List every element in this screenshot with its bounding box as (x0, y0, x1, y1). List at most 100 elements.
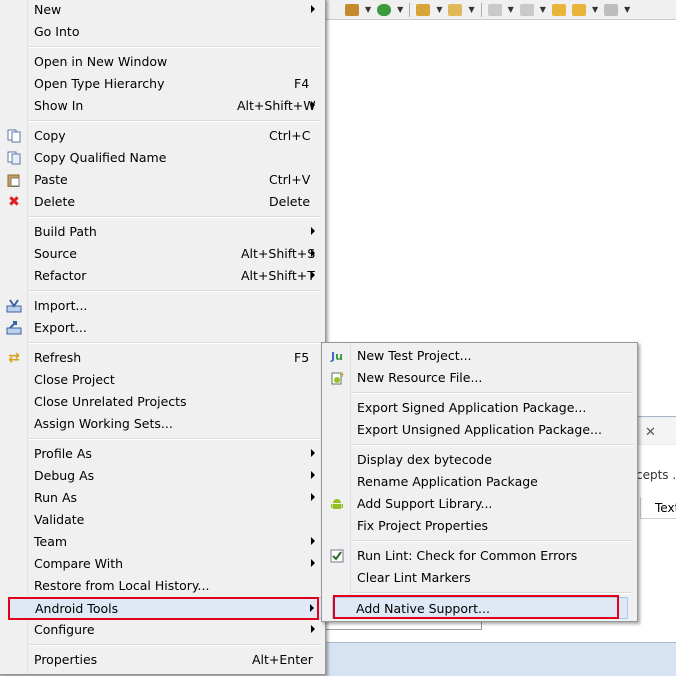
menu-item-shortcut: F5 (294, 350, 310, 365)
menu-item-display-dex-bytecode[interactable]: Display dex bytecode (324, 449, 635, 471)
menu-item-close-project[interactable]: Close Project (1, 369, 323, 391)
toolbar-caret-icon[interactable]: ▼ (468, 5, 474, 14)
menu-item-delete[interactable]: ✖ Delete Delete (1, 191, 323, 213)
menu-item-label: Copy Qualified Name (34, 150, 167, 165)
toolbar-package-icon[interactable] (345, 3, 359, 16)
submenu-arrow-icon (311, 559, 315, 567)
menu-item-label: Delete (34, 194, 76, 209)
menu-item-go-into[interactable]: Go Into (1, 21, 323, 43)
menu-item-label: New (34, 2, 62, 17)
view-column-header-text[interactable]: Text (640, 497, 676, 519)
menu-item-shortcut: Delete (269, 194, 311, 209)
menu-item-open-type-hierarchy[interactable]: Open Type Hierarchy F4 (1, 73, 323, 95)
main-toolbar: ▼ ▼ ▼ ▼ ▼ ▼ ▼ ▼ (325, 0, 676, 20)
menu-item-label: Export... (34, 320, 87, 335)
menu-item-label: Debug As (34, 468, 95, 483)
menu-item-copy-qualified-name[interactable]: Copy Qualified Name (1, 147, 323, 169)
view-tab[interactable] (636, 418, 676, 444)
menu-item-label: Run Lint: Check for Common Errors (357, 548, 578, 563)
menu-item-label: Clear Lint Markers (357, 570, 471, 585)
menu-item-copy[interactable]: Copy Ctrl+C (1, 125, 323, 147)
menu-item-team[interactable]: Team (1, 531, 323, 553)
menu-item-export-signed-package[interactable]: Export Signed Application Package... (324, 397, 635, 419)
menu-item-export-unsigned-package[interactable]: Export Unsigned Application Package... (324, 419, 635, 441)
menu-item-new-test-project[interactable]: Ju New Test Project... (324, 345, 635, 367)
menu-item-label: Paste (34, 172, 68, 187)
menu-item-shortcut: F4 (294, 76, 310, 91)
toolbar-separator (480, 2, 482, 17)
toolbar-next-annotation-icon[interactable] (487, 3, 502, 16)
menu-item-label: Go Into (34, 24, 80, 39)
menu-item-show-in[interactable]: Show In Alt+Shift+W (1, 95, 323, 117)
lint-check-icon (329, 548, 345, 564)
menu-item-label: Source (34, 246, 77, 261)
menu-item-export[interactable]: Export... (1, 317, 323, 339)
menu-item-label: Build Path (34, 224, 97, 239)
highlight-box-android-tools (8, 597, 319, 620)
menu-item-fix-project-properties[interactable]: Fix Project Properties (324, 515, 635, 537)
menu-item-label: Open in New Window (34, 54, 168, 69)
menu-item-debug-as[interactable]: Debug As (1, 465, 323, 487)
menu-item-source[interactable]: Source Alt+Shift+S (1, 243, 323, 265)
submenu-arrow-icon (311, 271, 315, 279)
toolbar-back-history-icon[interactable] (571, 3, 586, 16)
toolbar-caret-icon[interactable]: ▼ (508, 5, 514, 14)
close-icon[interactable]: ✕ (645, 425, 656, 440)
menu-item-refactor[interactable]: Refactor Alt+Shift+T (1, 265, 323, 287)
toolbar-caret-icon[interactable]: ▼ (436, 5, 442, 14)
toolbar-pen-icon[interactable] (448, 3, 463, 16)
menu-item-label: New Resource File... (357, 370, 483, 385)
menu-item-label: Refresh (34, 350, 82, 365)
menu-item-label: Open Type Hierarchy (34, 76, 165, 91)
menu-item-label: Export Signed Application Package... (357, 400, 587, 415)
menu-item-label: Validate (34, 512, 85, 527)
menu-item-run-lint[interactable]: Run Lint: Check for Common Errors (324, 545, 635, 567)
menu-item-assign-working-sets[interactable]: Assign Working Sets... (1, 413, 323, 435)
menu-separator (29, 46, 321, 48)
new-resource-file-icon: + (329, 370, 345, 386)
menu-item-import[interactable]: Import... (1, 295, 323, 317)
menu-item-refresh[interactable]: ⇄ Refresh F5 (1, 347, 323, 369)
toolbar-open-icon[interactable] (416, 3, 431, 16)
menu-separator (29, 438, 321, 440)
toolbar-caret-icon[interactable]: ▼ (397, 5, 403, 14)
toolbar-caret-icon[interactable]: ▼ (540, 5, 546, 14)
menu-item-clear-lint-markers[interactable]: Clear Lint Markers (324, 567, 635, 589)
menu-item-label: Close Unrelated Projects (34, 394, 187, 409)
menu-separator (29, 290, 321, 292)
toolbar-run-icon[interactable] (377, 3, 392, 16)
menu-item-shortcut: Alt+Enter (252, 652, 313, 667)
submenu-arrow-icon (311, 249, 315, 257)
menu-item-shortcut: Alt+Shift+S (241, 246, 316, 261)
menu-item-rename-application-package[interactable]: Rename Application Package (324, 471, 635, 493)
android-tools-submenu: Ju New Test Project... + New Resource Fi… (321, 342, 638, 622)
menu-item-label: Compare With (34, 556, 124, 571)
menu-item-configure[interactable]: Configure (1, 619, 323, 641)
menu-item-label: Run As (34, 490, 78, 505)
menu-item-run-as[interactable]: Run As (1, 487, 323, 509)
menu-item-restore-from-local-history[interactable]: Restore from Local History... (1, 575, 323, 597)
menu-item-profile-as[interactable]: Profile As (1, 443, 323, 465)
menu-item-open-in-new-window[interactable]: Open in New Window (1, 51, 323, 73)
menu-item-validate[interactable]: Validate (1, 509, 323, 531)
menu-item-new[interactable]: New (1, 0, 323, 21)
menu-item-compare-with[interactable]: Compare With (1, 553, 323, 575)
toolbar-back-icon[interactable] (551, 3, 566, 16)
submenu-arrow-icon (311, 227, 315, 235)
delete-red-x-icon: ✖ (8, 194, 20, 210)
menu-item-close-unrelated-projects[interactable]: Close Unrelated Projects (1, 391, 323, 413)
menu-separator (29, 342, 321, 344)
menu-item-new-resource-file[interactable]: + New Resource File... (324, 367, 635, 389)
view-column-header[interactable]: cepts . (636, 468, 676, 482)
toolbar-forward-icon[interactable] (604, 3, 619, 16)
submenu-arrow-icon (311, 471, 315, 479)
menu-item-label: Properties (34, 652, 98, 667)
menu-item-add-support-library[interactable]: Add Support Library... (324, 493, 635, 515)
toolbar-caret-icon[interactable]: ▼ (365, 5, 371, 14)
toolbar-caret-icon[interactable]: ▼ (624, 5, 630, 14)
toolbar-prev-annotation-icon[interactable] (519, 3, 534, 16)
menu-item-build-path[interactable]: Build Path (1, 221, 323, 243)
menu-item-properties[interactable]: Properties Alt+Enter (1, 649, 323, 671)
toolbar-caret-icon[interactable]: ▼ (592, 5, 598, 14)
menu-item-paste[interactable]: Paste Ctrl+V (1, 169, 323, 191)
